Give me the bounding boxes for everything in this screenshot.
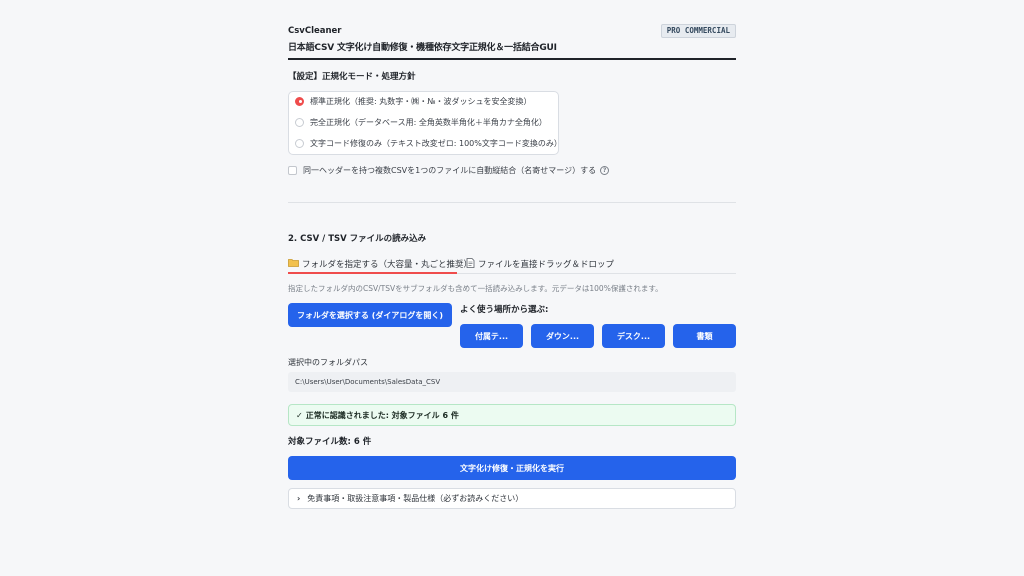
document-icon	[466, 257, 475, 271]
frequent-places-label: よく使う場所から選ぶ:	[460, 305, 549, 315]
radio-label-standard: 標準正規化（推奨: 丸数字・㈱・№・波ダッシュを安全変換）	[310, 96, 532, 106]
success-message: 正常に認識されました: 対象ファイル 6 件	[305, 410, 459, 420]
radio-label-full: 完全正規化（データベース用: 全角英数半角化＋半角カナ全角化）	[310, 117, 547, 127]
folder-path-label: 選択中のフォルダパス	[288, 358, 368, 367]
disclaimer-expander[interactable]: › 免責事項・取扱注意事項・製品仕様（必ずお読みください）	[288, 488, 736, 509]
main-container: CsvCleaner 日本語CSV 文字化け自動修復・機種依存文字正規化＆一括結…	[288, 0, 736, 576]
radio-option-encoding-only[interactable]: 文字コード修復のみ（テキスト改変ゼロ: 100%文字コード変換のみ）	[295, 136, 562, 150]
file-count-label: 対象ファイル数: 6 件	[288, 437, 372, 447]
app-name: CsvCleaner	[288, 26, 342, 36]
load-section-title: 2. CSV / TSV ファイルの読み込み	[288, 234, 427, 244]
settings-section-title: 【設定】正規化モード・処理方針	[288, 72, 416, 82]
tab-drag-drop[interactable]: ファイルを直接ドラッグ＆ドロップ	[466, 256, 614, 272]
merge-checkbox[interactable]	[288, 165, 297, 175]
header-rule	[288, 58, 736, 60]
place-button-downloads[interactable]: ダウン...	[531, 324, 594, 348]
radio-selected-icon[interactable]	[295, 96, 304, 106]
merge-option[interactable]: 同一ヘッダーを持つ複数CSVを1つのファイルに自動縦結合（名寄せマージ）する ?	[288, 163, 610, 177]
pro-badge: PRO COMMERCIAL	[660, 24, 736, 38]
merge-label: 同一ヘッダーを持つ複数CSVを1つのファイルに自動縦結合（名寄せマージ）する	[303, 165, 597, 175]
radio-option-standard[interactable]: 標準正規化（推奨: 丸数字・㈱・№・波ダッシュを安全変換）	[295, 94, 532, 108]
load-caption: 指定したフォルダ内のCSV/TSVをサブフォルダも含めて一括読み込みします。元デ…	[288, 284, 663, 293]
folder-icon	[288, 258, 299, 270]
check-icon: ✓	[296, 410, 303, 420]
place-button-attached[interactable]: 付属テ...	[460, 324, 523, 348]
active-tab-indicator	[288, 272, 457, 274]
section-divider	[288, 202, 736, 203]
help-icon[interactable]: ?	[600, 165, 610, 175]
run-normalize-button[interactable]: 文字化け修復・正規化を実行	[288, 456, 736, 480]
success-alert: ✓ 正常に認識されました: 対象ファイル 6 件	[288, 404, 736, 426]
radio-label-encoding-only: 文字コード修復のみ（テキスト改変ゼロ: 100%文字コード変換のみ）	[310, 138, 562, 148]
radio-option-full[interactable]: 完全正規化（データベース用: 全角英数半角化＋半角カナ全角化）	[295, 115, 547, 129]
select-folder-button[interactable]: フォルダを選択する (ダイアログを開く)	[288, 303, 452, 327]
tab-drag-drop-label: ファイルを直接ドラッグ＆ドロップ	[478, 260, 615, 270]
chevron-right-icon: ›	[297, 494, 301, 503]
tab-folder-label: フォルダを指定する（大容量・丸ごと推奨）	[302, 260, 473, 270]
place-button-desktop[interactable]: デスク...	[602, 324, 665, 348]
folder-path-field[interactable]	[288, 372, 736, 392]
place-button-documents[interactable]: 書類	[673, 324, 736, 348]
disclaimer-label: 免責事項・取扱注意事項・製品仕様（必ずお読みください）	[307, 494, 524, 503]
tab-folder[interactable]: フォルダを指定する（大容量・丸ごと推奨）	[288, 256, 472, 272]
load-tabs: フォルダを指定する（大容量・丸ごと推奨） ファイルを直接ドラッグ＆ドロップ	[288, 253, 736, 274]
radio-unselected-icon[interactable]	[295, 138, 304, 148]
app-subtitle: 日本語CSV 文字化け自動修復・機種依存文字正規化＆一括結合GUI	[288, 43, 557, 53]
radio-unselected-icon[interactable]	[295, 117, 304, 127]
